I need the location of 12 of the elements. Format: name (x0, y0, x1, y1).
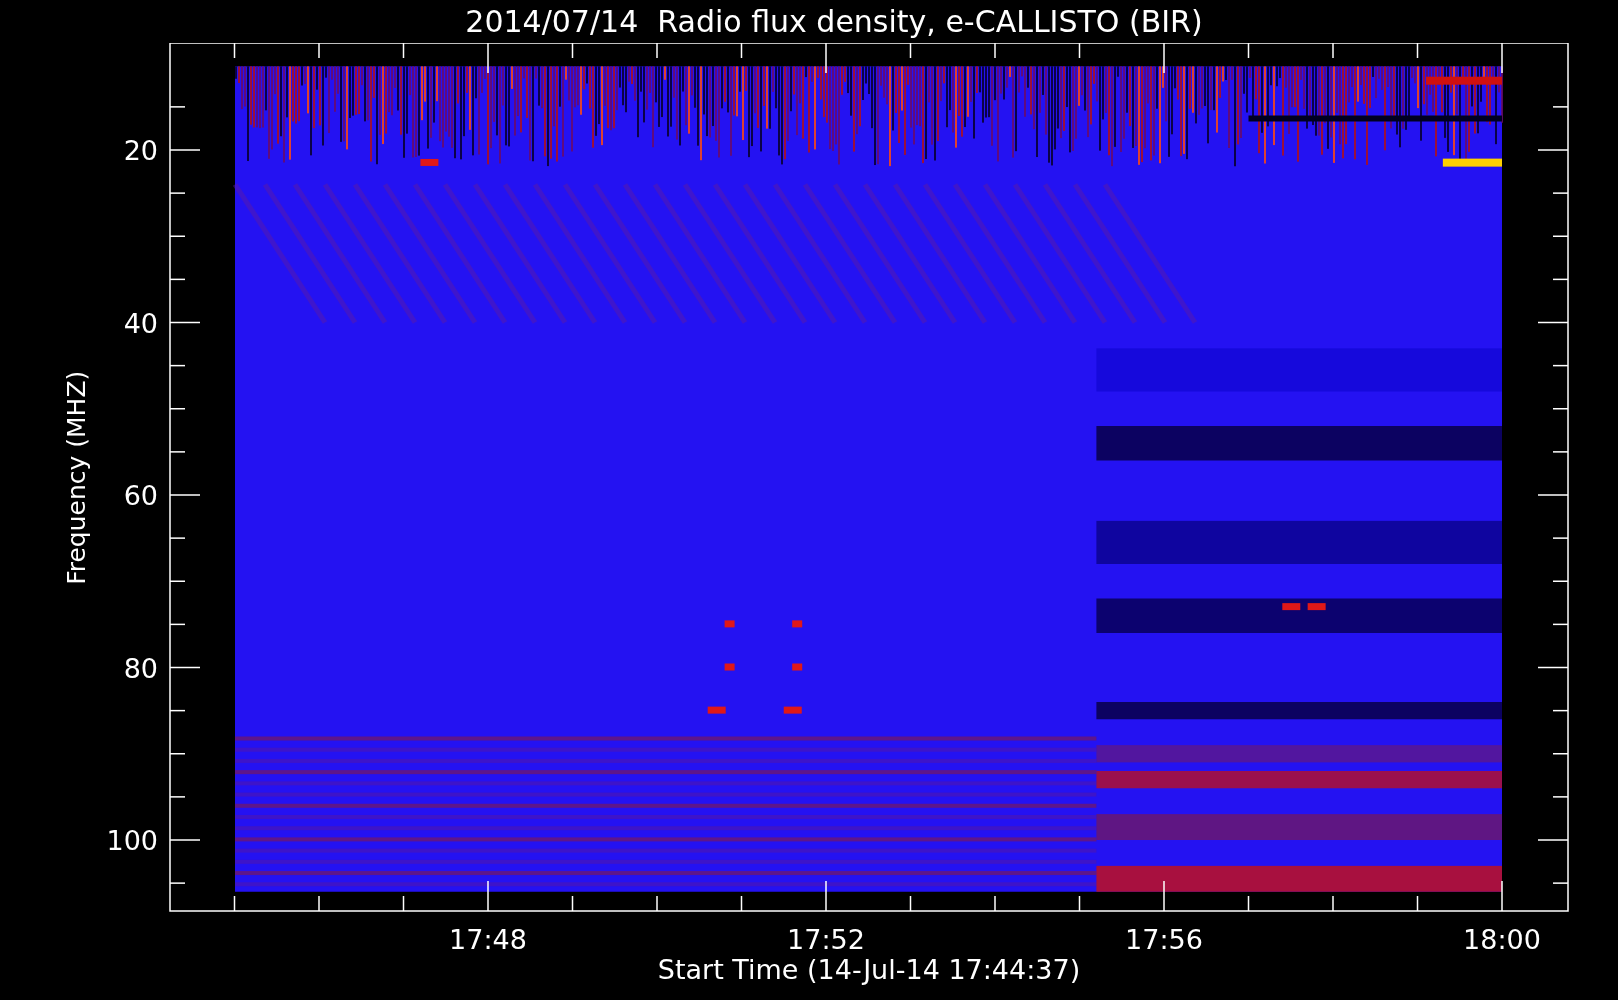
y-tick-label: 80 (123, 652, 158, 684)
x-tick-label: 17:52 (787, 924, 865, 955)
y-tick-label: 20 (123, 135, 158, 166)
x-tick-label: 17:56 (1125, 924, 1203, 955)
y-tick-label: 40 (123, 307, 158, 339)
chart-title: 2014/07/14 Radio flux density, e-CALLISTO (BIR) (464, 3, 1204, 41)
x-tick-label: 18:00 (1463, 924, 1541, 955)
x-axis-title: Start Time (14-Jul-14 17:44:37) (657, 954, 1081, 985)
x-tick-label: 17:48 (449, 924, 527, 955)
y-axis-title: Frequency (MHZ) (62, 370, 91, 585)
y-tick-label: 60 (123, 480, 158, 511)
y-tick-label: 100 (106, 825, 158, 856)
